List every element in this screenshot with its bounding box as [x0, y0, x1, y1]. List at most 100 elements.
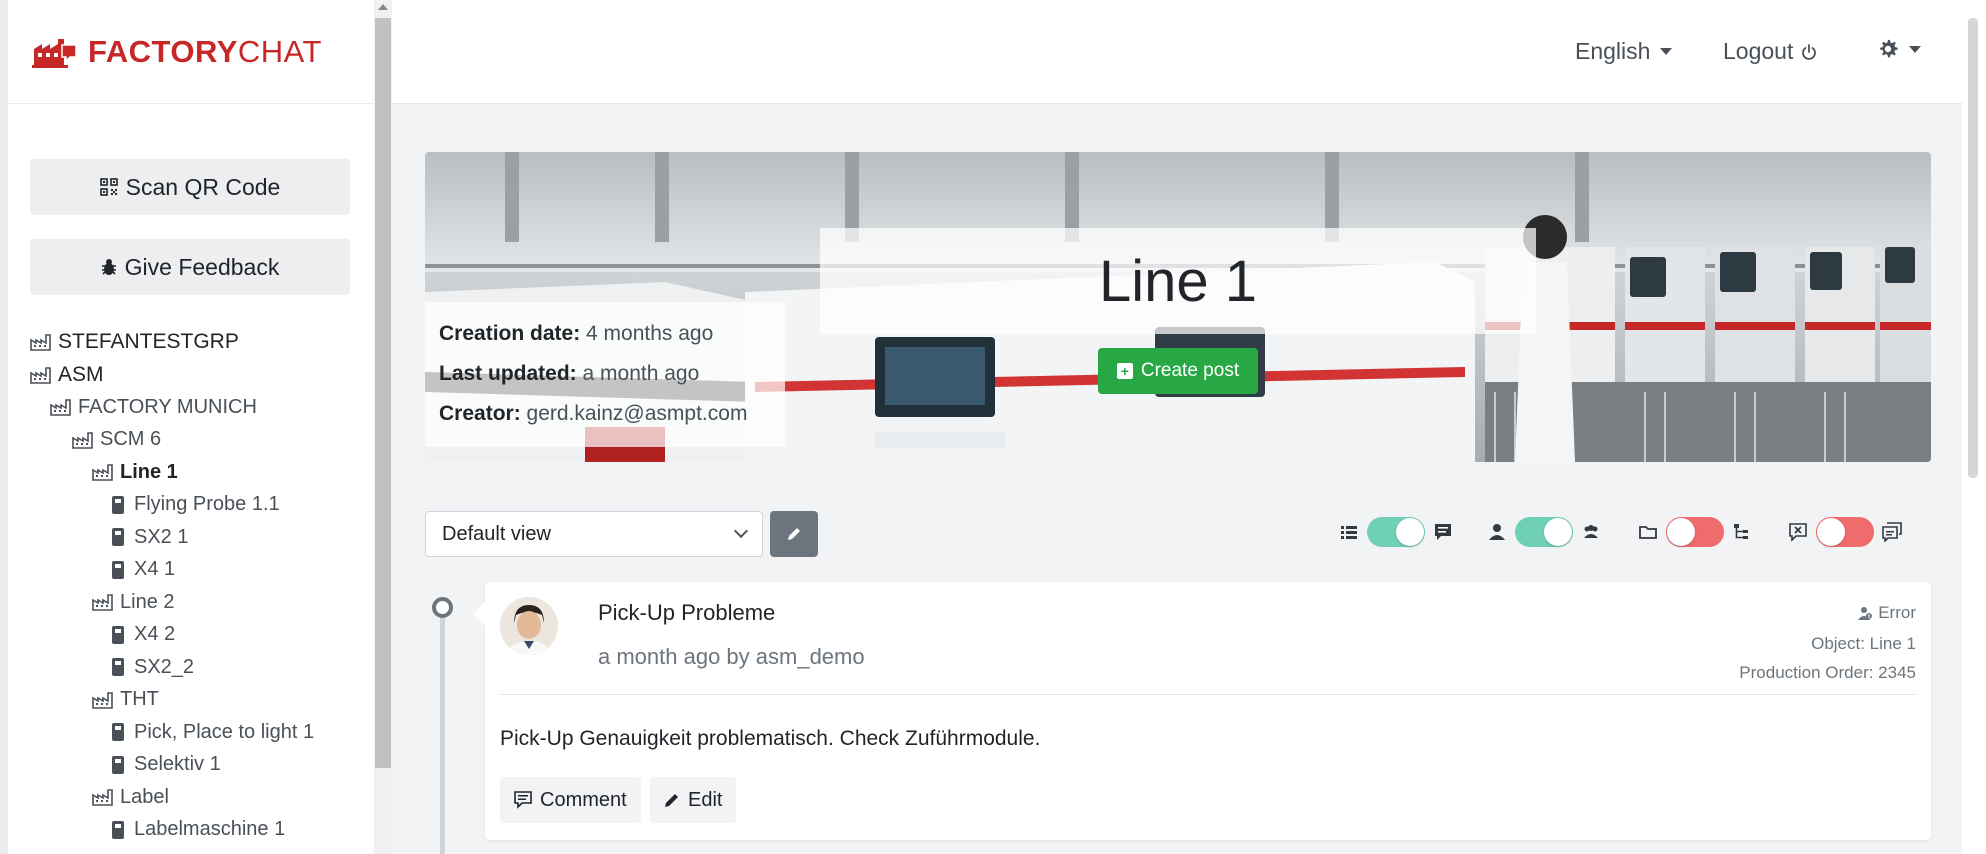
post-divider	[500, 694, 1916, 695]
settings-dropdown[interactable]	[1877, 38, 1921, 60]
users-icon	[1584, 525, 1598, 538]
toggle-user-scope	[1487, 514, 1601, 550]
toggle-knob	[1817, 518, 1845, 546]
scroll-up-arrow-icon[interactable]	[378, 4, 388, 10]
toggle-knob	[1544, 518, 1572, 546]
tree-item-selektiv-1[interactable]: Selektiv 1	[8, 749, 382, 782]
toggle-closed-posts	[1788, 514, 1902, 550]
avatar[interactable]	[500, 597, 558, 655]
device-icon	[112, 560, 124, 579]
tree-item-x4-1[interactable]: X4 1	[8, 554, 382, 587]
folder-icon	[1639, 526, 1657, 539]
main-scrollbar[interactable]	[1962, 0, 1986, 854]
tree-item-tht[interactable]: THT	[8, 684, 382, 717]
tree-item-label: Flying Probe 1.1	[134, 493, 280, 516]
toggle-switch-4[interactable]	[1816, 517, 1874, 547]
view-select-value: Default view	[442, 522, 551, 545]
post-card: Pick-Up Probleme a month ago by asm_demo…	[473, 582, 1931, 840]
tree-item-label: ASM	[58, 362, 104, 386]
toggle-hierarchy-scope	[1638, 514, 1752, 550]
toggle-knob	[1667, 518, 1695, 546]
logout-label: Logout	[1723, 38, 1794, 64]
give-feedback-button[interactable]: Give Feedback	[30, 239, 350, 295]
toggle-switch-1[interactable]	[1367, 517, 1425, 547]
create-post-button[interactable]: + Create post	[1098, 348, 1258, 394]
edit-post-button[interactable]: Edit	[650, 777, 737, 823]
top-navbar: English Logout	[392, 0, 1986, 104]
comment-button[interactable]: Comment	[500, 777, 641, 823]
toggle-switch-2[interactable]	[1515, 517, 1573, 547]
sidebar-scrollbar-thumb[interactable]	[375, 18, 391, 768]
hierarchy-icon	[1734, 524, 1748, 539]
logout-link[interactable]: Logout	[1723, 38, 1817, 65]
error-user-icon	[1858, 606, 1873, 620]
power-icon	[1802, 43, 1817, 60]
tree-item-label: X4 2	[134, 623, 176, 646]
language-dropdown[interactable]: English	[1575, 38, 1673, 65]
factory-icon	[92, 464, 113, 482]
tree-item-flying-probe-1-1[interactable]: Flying Probe 1.1	[8, 489, 382, 522]
toggle-knob	[1396, 518, 1424, 546]
factory-chat-logo-icon	[32, 38, 77, 68]
comment-icon	[514, 791, 532, 809]
tree-item-labelmaschine-1[interactable]: Labelmaschine 1	[8, 814, 382, 847]
device-icon	[112, 820, 124, 839]
device-icon	[112, 625, 124, 644]
post-type-label: Error	[1878, 603, 1916, 622]
device-icon	[112, 658, 124, 677]
main-scrollbar-thumb[interactable]	[1968, 18, 1978, 478]
tree-item-line-1[interactable]: Line 1	[8, 456, 382, 489]
user-icon	[1489, 524, 1505, 540]
tree-item-sx2-2[interactable]: SX2_2	[8, 651, 382, 684]
edit-view-button[interactable]	[770, 511, 818, 557]
tree-item-x4-2[interactable]: X4 2	[8, 619, 382, 652]
location-tree: STEFANTESTGRP ASM FACTORY MUNICH SCM 6 Line …	[8, 326, 382, 846]
caret-down-icon	[1660, 48, 1673, 55]
factory-icon	[72, 431, 93, 449]
pencil-icon	[788, 528, 800, 540]
post-title[interactable]: Pick-Up Probleme	[598, 600, 775, 626]
edit-label: Edit	[688, 788, 723, 811]
tree-item-label: Pick, Place to light 1	[134, 720, 315, 743]
tree-item-label: SX2 1	[134, 525, 189, 548]
qr-code-icon	[99, 178, 118, 196]
brand-name: FACTORYCHAT	[88, 33, 322, 69]
close-box-icon	[1789, 523, 1807, 542]
messages-icon	[1882, 522, 1902, 542]
post-body: Pick-Up Genauigkeit problematisch. Check…	[500, 727, 1041, 750]
scan-qr-button[interactable]: Scan QR Code	[30, 159, 350, 215]
timeline-line	[440, 610, 445, 854]
toggle-list-posts	[1339, 514, 1453, 550]
chevron-down-icon	[733, 523, 749, 539]
tree-item-line-2[interactable]: Line 2	[8, 586, 382, 619]
caret-down-icon	[1909, 45, 1921, 53]
factory-icon	[92, 594, 113, 612]
tree-item-sx2-1[interactable]: SX2 1	[8, 521, 382, 554]
sidebar-scrollbar[interactable]	[374, 0, 392, 854]
brand-logo[interactable]: FACTORYCHAT	[8, 0, 382, 104]
tree-item-label: Selektiv 1	[134, 753, 221, 776]
factory-icon	[92, 691, 113, 709]
creator-row: Creator: gerd.kainz@asmpt.com	[439, 402, 748, 425]
tree-item-factory-munich[interactable]: FACTORY MUNICH	[8, 391, 382, 424]
tree-item-label: SX2_2	[134, 655, 195, 678]
tree-item-scm-6[interactable]: SCM 6	[8, 424, 382, 457]
tree-item-label[interactable]: Label	[8, 781, 382, 814]
tree-item-label: SCM 6	[100, 428, 162, 451]
pencil-icon	[665, 794, 678, 807]
tree-item-pick-place-to-light-1[interactable]: Pick, Place to light 1	[8, 716, 382, 749]
create-post-label: Create post	[1140, 360, 1240, 381]
tree-item-stefantestgrp[interactable]: STEFANTESTGRP	[8, 326, 382, 359]
user-avatar-image	[500, 597, 558, 655]
list-icon	[1341, 526, 1357, 539]
view-select[interactable]: Default view	[425, 511, 763, 557]
post-details: Error Object: Line 1 Production Order: 2…	[1739, 598, 1916, 687]
tree-item-asm[interactable]: ASM	[8, 359, 382, 392]
bug-icon	[101, 259, 116, 275]
sidebar: FACTORYCHAT Scan QR Code Give Feedback S…	[0, 0, 382, 854]
factory-icon	[30, 334, 51, 352]
plus-square-icon: +	[1116, 363, 1133, 379]
toggle-switch-3[interactable]	[1666, 517, 1724, 547]
post-production-order: Production Order: 2345	[1739, 662, 1916, 682]
message-icon	[1435, 524, 1451, 540]
